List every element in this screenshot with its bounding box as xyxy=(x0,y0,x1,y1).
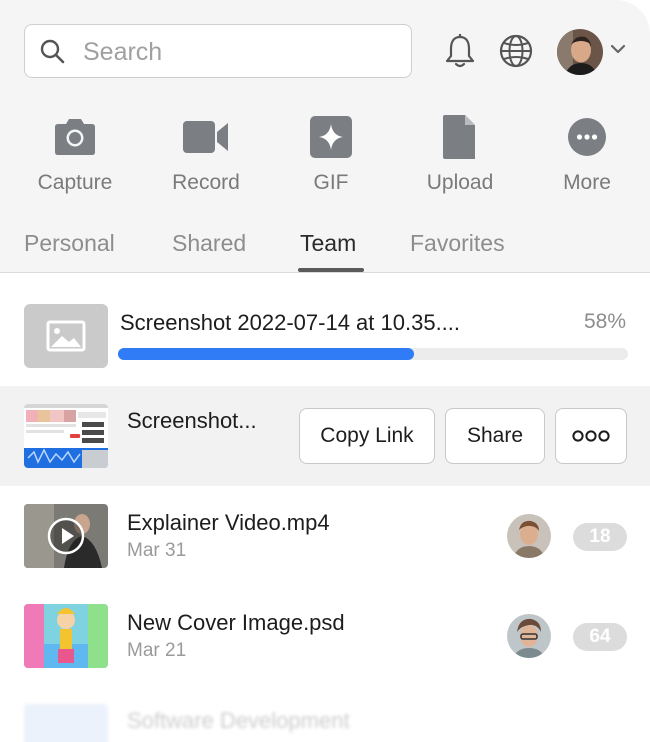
search-box[interactable] xyxy=(24,24,412,78)
screenshot-thumbnail xyxy=(24,404,108,468)
search-input[interactable] xyxy=(81,35,405,69)
list-item-hovered[interactable]: Screenshot... Copy Link Share xyxy=(0,386,650,486)
record-button[interactable]: Record xyxy=(151,115,261,195)
item-name: Screenshot... xyxy=(127,408,257,433)
capture-panel: Capture Record GIF Upload xyxy=(0,0,650,742)
gif-label: GIF xyxy=(313,171,349,194)
tab-shared[interactable]: Shared xyxy=(172,230,246,257)
header-area: Capture Record GIF Upload xyxy=(0,0,650,273)
item-date: Mar 21 xyxy=(127,640,187,661)
upload-progress-row: Screenshot 2022-07-14 at 10.35.... 58% xyxy=(0,286,650,384)
user-avatar[interactable] xyxy=(557,29,603,75)
item-name: Software Development xyxy=(127,708,350,733)
tab-personal[interactable]: Personal xyxy=(24,230,115,257)
sparkle-icon xyxy=(310,116,352,158)
video-thumbnail xyxy=(24,504,108,568)
list-item[interactable]: Explainer Video.mp4 Mar 31 18 xyxy=(0,486,650,586)
camera-icon xyxy=(55,119,95,155)
more-button[interactable]: More xyxy=(532,115,642,195)
upload-button[interactable]: Upload xyxy=(405,115,515,195)
share-button[interactable]: Share xyxy=(445,408,545,464)
gif-button[interactable]: GIF xyxy=(276,115,386,195)
video-camera-icon xyxy=(183,121,228,153)
tab-team[interactable]: Team xyxy=(300,230,356,257)
item-thumbnail xyxy=(24,704,108,742)
upload-thumbnail xyxy=(24,304,108,368)
item-date: Mar 31 xyxy=(127,540,187,561)
item-name: New Cover Image.psd xyxy=(127,610,345,635)
upload-file-name: Screenshot 2022-07-14 at 10.35.... xyxy=(120,310,461,335)
more-label: More xyxy=(563,171,611,194)
view-count-badge: 18 xyxy=(573,523,627,551)
upload-progress-bar xyxy=(118,348,628,360)
image-thumbnail xyxy=(24,604,108,668)
more-icon xyxy=(568,118,606,156)
bell-icon[interactable] xyxy=(443,33,477,69)
capture-label: Capture xyxy=(37,171,113,194)
list-item[interactable]: Software Development xyxy=(0,686,650,742)
capture-button[interactable]: Capture xyxy=(20,115,130,195)
item-more-button[interactable] xyxy=(555,408,627,464)
upload-percentage: 58% xyxy=(583,310,626,333)
document-icon xyxy=(443,115,475,159)
copy-link-button[interactable]: Copy Link xyxy=(299,408,435,464)
globe-icon[interactable] xyxy=(499,33,533,69)
upload-label: Upload xyxy=(426,171,494,194)
upload-progress-fill xyxy=(118,348,414,360)
chevron-down-icon[interactable] xyxy=(610,43,626,55)
image-icon xyxy=(46,320,86,352)
view-count-badge: 64 xyxy=(573,623,627,651)
item-name: Explainer Video.mp4 xyxy=(127,510,330,535)
more-horizontal-icon xyxy=(572,430,610,442)
search-icon xyxy=(40,39,65,64)
record-label: Record xyxy=(172,171,240,194)
owner-avatar xyxy=(507,514,551,558)
owner-avatar xyxy=(507,614,551,658)
tab-favorites[interactable]: Favorites xyxy=(410,230,505,257)
active-tab-indicator xyxy=(298,268,364,272)
list-item[interactable]: New Cover Image.psd Mar 21 64 xyxy=(0,586,650,686)
